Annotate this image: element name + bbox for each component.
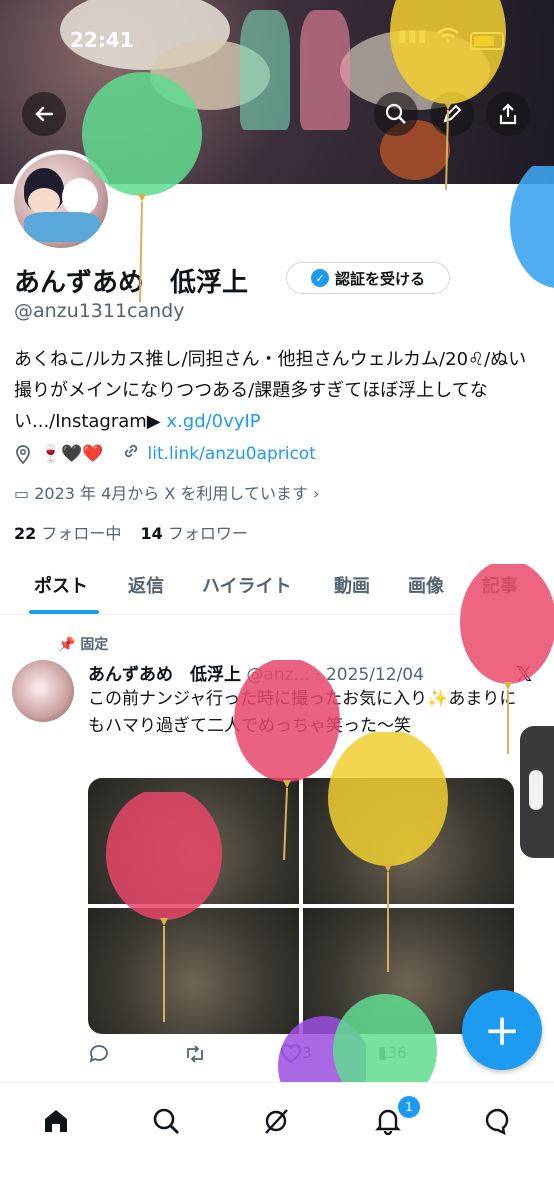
pin-icon: 📌: [58, 637, 76, 653]
tab-highlights[interactable]: ハイライト: [202, 572, 292, 598]
reply-icon[interactable]: [88, 1044, 110, 1068]
side-drawer-handle[interactable]: [520, 726, 554, 858]
bio-link[interactable]: x.gd/0vyIP: [166, 411, 260, 432]
nav-home[interactable]: [36, 1101, 76, 1141]
website-link[interactable]: lit.link/anzu0apricot: [148, 444, 316, 464]
retweet-icon[interactable]: [184, 1044, 206, 1068]
nav-messages[interactable]: [478, 1101, 518, 1141]
post-avatar[interactable]: [12, 660, 74, 722]
followers-link[interactable]: 14 フォロワー: [140, 524, 247, 543]
location-text: 🍷🖤❤️: [40, 443, 104, 464]
joined-text: 2023 年 4月から X を利用しています: [34, 484, 308, 503]
follow-stats: 22 フォロー中 14 フォロワー: [14, 520, 248, 544]
balloon-pink-left: [106, 792, 222, 1022]
nav-search[interactable]: [146, 1101, 186, 1141]
bio-text: あくねこ/ルカス推し/同担さん・他担さんウェルカム/20♌/ぬい撮りがメインにな…: [14, 349, 527, 432]
nav-grok[interactable]: [256, 1101, 296, 1141]
get-verified-button[interactable]: ✓ 認証を受ける: [286, 262, 450, 294]
tab-replies[interactable]: 返信: [128, 572, 164, 598]
bottom-navigation: [0, 1082, 554, 1201]
profile-bio: あくねこ/ルカス推し/同担さん・他担さんウェルカム/20♌/ぬい撮りがメインにな…: [14, 344, 544, 437]
balloon-yellow-middle: [328, 732, 448, 972]
back-button[interactable]: [22, 92, 66, 136]
pinned-label: 📌 固定: [58, 637, 109, 653]
tab-videos[interactable]: 動画: [334, 572, 370, 598]
home-icon: [45, 1110, 67, 1132]
location-icon: [16, 444, 30, 464]
profile-meta: 🍷🖤❤️ lit.link/anzu0apricot: [14, 442, 316, 465]
balloon-green-bottom: [333, 994, 437, 1084]
plus-icon: +: [483, 1004, 521, 1056]
calendar-icon: ▭: [14, 484, 30, 503]
balloon-green-top: [82, 72, 202, 302]
balloon-blue-right: [510, 166, 554, 288]
tab-posts[interactable]: ポスト: [34, 572, 88, 598]
chevron-right-icon: ›: [313, 484, 320, 503]
post-author[interactable]: あんずあめ 低浮上: [88, 665, 241, 685]
tab-media[interactable]: 画像: [408, 572, 444, 598]
following-link[interactable]: 22 フォロー中: [14, 524, 121, 543]
messages-icon: [485, 1108, 509, 1136]
active-tab-indicator: [29, 610, 99, 614]
verified-badge-icon: ✓: [310, 269, 329, 287]
joined-row: ▭ 2023 年 4月から X を利用しています ›: [14, 480, 319, 504]
get-verified-label: 認証を受ける: [334, 269, 425, 288]
back-arrow-icon: [35, 106, 54, 122]
status-time: 22:41: [70, 28, 134, 52]
notification-badge: 1: [396, 1094, 422, 1120]
balloon-yellow-top: [390, 0, 506, 190]
link-icon: [122, 442, 140, 465]
profile-handle: @anzu1311candy: [14, 300, 185, 322]
compose-button[interactable]: +: [462, 990, 542, 1070]
grok-icon: [265, 1109, 288, 1134]
search-nav-icon: [153, 1108, 179, 1134]
